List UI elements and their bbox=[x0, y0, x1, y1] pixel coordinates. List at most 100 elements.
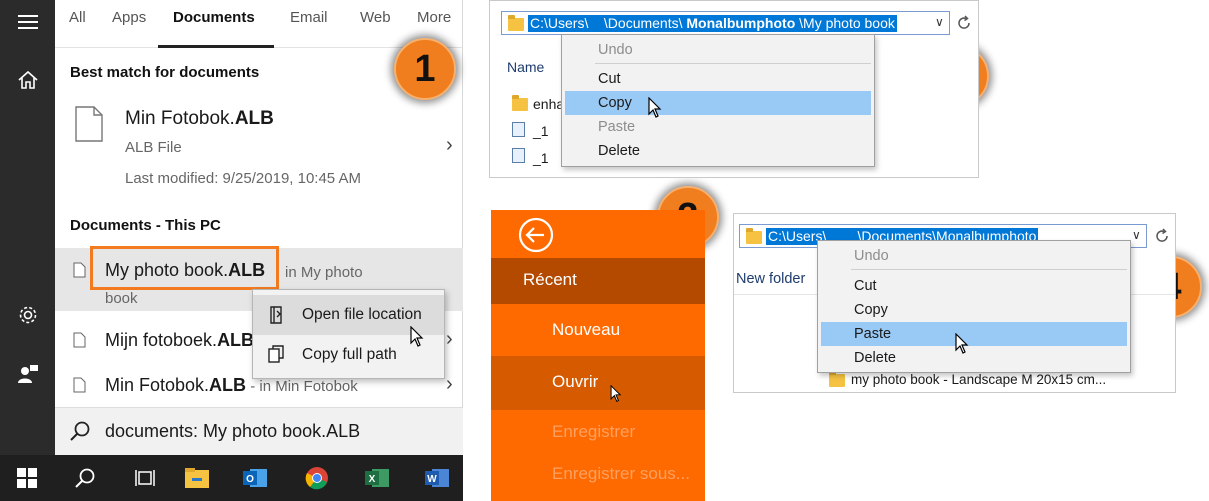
menu-item-new[interactable]: Nouveau bbox=[491, 308, 705, 354]
search-box[interactable]: documents: My photo book.ALB bbox=[55, 407, 463, 455]
tab-web[interactable]: Web bbox=[360, 9, 391, 26]
search-left-rail bbox=[0, 0, 55, 455]
best-match-item[interactable]: Min Fotobok.ALB ALB File Last modified: … bbox=[55, 92, 463, 200]
excel-icon[interactable]: X bbox=[354, 455, 400, 501]
menu-undo[interactable]: Undo bbox=[821, 244, 1127, 268]
mouse-cursor-icon bbox=[648, 97, 662, 118]
file-row-label[interactable]: my photo book - Landscape M 20x15 cm... bbox=[851, 372, 1106, 387]
file-explorer-icon[interactable] bbox=[174, 455, 220, 501]
chevron-right-icon[interactable]: › bbox=[446, 134, 453, 157]
explorer-paste-panel: C:\Users\ \Documents\Monalbumphoto ∨ New… bbox=[733, 213, 1176, 393]
app-file-menu: Récent Nouveau Ouvrir Enregistrer Enregi… bbox=[491, 210, 705, 501]
edit-context-menu: Undo Cut Copy Paste Delete bbox=[561, 34, 875, 167]
tab-apps[interactable]: Apps bbox=[112, 9, 146, 26]
chevron-down-icon[interactable]: ∨ bbox=[935, 15, 944, 29]
svg-text:O: O bbox=[246, 474, 254, 485]
address-selected-text: C:\Users\ \Documents\ Monalbumphoto \My … bbox=[528, 15, 897, 32]
menu-cut[interactable]: Cut bbox=[565, 67, 871, 91]
column-header-name[interactable]: Name bbox=[507, 59, 544, 75]
menu-cut[interactable]: Cut bbox=[821, 274, 1127, 298]
menu-copy[interactable]: Copy bbox=[821, 298, 1127, 322]
menu-undo[interactable]: Undo bbox=[565, 38, 871, 62]
result-name: Mijn fotoboek.ALB bbox=[105, 330, 255, 350]
menu-item-label: Nouveau bbox=[552, 320, 621, 339]
mouse-cursor-icon bbox=[410, 326, 424, 347]
menu-item-label: Récent bbox=[523, 270, 577, 289]
menu-copy[interactable]: Copy bbox=[565, 91, 871, 115]
best-match-name: Min Fotobok.ALB bbox=[125, 108, 274, 129]
document-file-icon bbox=[75, 106, 103, 142]
address-bar[interactable]: C:\Users\ \Documents\ Monalbumphoto \My … bbox=[501, 11, 950, 35]
svg-text:X: X bbox=[369, 474, 376, 485]
menu-item-save[interactable]: Enregistrer bbox=[491, 410, 705, 456]
copy-full-path-label: Copy full path bbox=[302, 346, 397, 363]
best-match-type: ALB File bbox=[125, 139, 182, 156]
document-file-icon bbox=[73, 262, 86, 278]
menu-paste[interactable]: Paste bbox=[565, 115, 871, 139]
menu-separator bbox=[595, 63, 871, 64]
windows-taskbar: O X W bbox=[0, 455, 463, 501]
search-tabs: All Apps Documents Email Web More bbox=[55, 0, 463, 48]
file-row-label[interactable]: _1 bbox=[533, 123, 549, 139]
file-row-label[interactable]: enha bbox=[533, 96, 564, 112]
settings-gear-icon[interactable] bbox=[0, 293, 55, 337]
tab-more[interactable]: More bbox=[417, 9, 451, 26]
document-file-icon bbox=[73, 332, 86, 348]
menu-item-recent[interactable]: Récent bbox=[491, 258, 705, 304]
edit-context-menu: Undo Cut Copy Paste Delete bbox=[817, 240, 1131, 373]
folder-icon bbox=[829, 371, 845, 387]
explorer-copy-panel: C:\Users\ \Documents\ Monalbumphoto \My … bbox=[489, 0, 979, 178]
mouse-cursor-icon bbox=[610, 385, 622, 403]
mouse-cursor-icon bbox=[955, 333, 969, 354]
copy-icon bbox=[268, 345, 284, 363]
menu-paste[interactable]: Paste bbox=[821, 322, 1127, 346]
highlight-outline bbox=[90, 246, 279, 290]
menu-separator bbox=[851, 269, 1127, 270]
menu-item-save-as[interactable]: Enregistrer sous... bbox=[491, 458, 705, 498]
menu-item-label: Enregistrer sous... bbox=[552, 464, 690, 483]
refresh-icon[interactable] bbox=[956, 15, 972, 31]
active-tab-indicator bbox=[158, 45, 274, 48]
image-file-icon bbox=[512, 122, 525, 137]
tab-all[interactable]: All bbox=[69, 9, 86, 26]
svg-text:W: W bbox=[427, 474, 437, 485]
menu-delete[interactable]: Delete bbox=[821, 346, 1127, 370]
back-arrow-icon[interactable] bbox=[517, 216, 555, 254]
search-icon bbox=[70, 421, 90, 441]
outlook-icon[interactable]: O bbox=[232, 455, 278, 501]
folder-icon bbox=[512, 95, 528, 111]
documents-section-heading: Documents - This PC bbox=[70, 217, 221, 234]
hamburger-menu-icon[interactable] bbox=[0, 0, 55, 44]
task-view-icon[interactable] bbox=[122, 455, 168, 501]
new-folder-button[interactable]: New folder bbox=[736, 271, 805, 287]
windows-start-icon[interactable] bbox=[4, 455, 50, 501]
best-match-heading: Best match for documents bbox=[70, 64, 260, 81]
menu-delete[interactable]: Delete bbox=[565, 139, 871, 163]
chevron-right-icon[interactable]: › bbox=[446, 328, 453, 351]
document-file-icon bbox=[73, 377, 86, 393]
chevron-right-icon[interactable]: › bbox=[446, 373, 453, 396]
image-file-icon bbox=[512, 148, 525, 163]
tab-documents[interactable]: Documents bbox=[173, 9, 255, 26]
user-feedback-icon[interactable] bbox=[0, 352, 55, 396]
windows-search-panel: All Apps Documents Email Web More Best m… bbox=[0, 0, 463, 501]
open-file-location-label: Open file location bbox=[302, 306, 422, 323]
file-row-label[interactable]: _1 bbox=[533, 150, 549, 166]
result-location-cont: book bbox=[105, 290, 138, 307]
menu-item-label: Ouvrir bbox=[552, 372, 599, 391]
search-query-text: documents: My photo book.ALB bbox=[105, 421, 361, 441]
word-icon[interactable]: W bbox=[414, 455, 460, 501]
chrome-icon[interactable] bbox=[294, 455, 340, 501]
refresh-icon[interactable] bbox=[1154, 228, 1170, 244]
open-file-location-icon bbox=[270, 306, 282, 324]
chevron-down-icon[interactable]: ∨ bbox=[1132, 228, 1141, 242]
best-match-modified: Last modified: 9/25/2019, 10:45 AM bbox=[125, 170, 361, 187]
tab-email[interactable]: Email bbox=[290, 9, 328, 26]
step-badge-1: 1 bbox=[394, 38, 456, 100]
menu-item-label: Enregistrer bbox=[552, 422, 636, 441]
folder-icon bbox=[746, 228, 762, 244]
menu-item-open[interactable]: Ouvrir bbox=[491, 356, 705, 410]
result-location: in My photo bbox=[285, 264, 363, 281]
taskbar-search-icon[interactable] bbox=[62, 455, 108, 501]
home-icon[interactable] bbox=[0, 58, 55, 102]
